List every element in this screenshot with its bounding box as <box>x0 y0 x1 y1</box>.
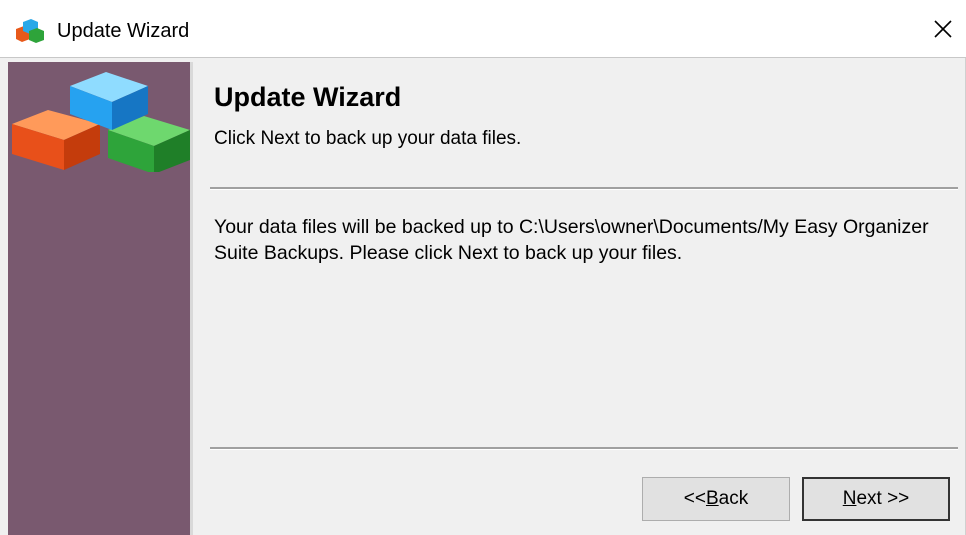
back-button[interactable]: << Back <box>642 477 790 521</box>
colored-blocks-icon <box>12 72 190 172</box>
back-label-rest: ack <box>718 488 749 509</box>
wizard-sidebar <box>8 62 190 535</box>
instruction-text: Your data files will be backed up to C:\… <box>214 216 929 264</box>
bottom-divider <box>210 447 958 450</box>
close-icon <box>934 20 952 38</box>
blocks-app-icon <box>16 19 44 43</box>
next-label-rest: ext >> <box>856 488 910 509</box>
next-label-mnemonic: N <box>842 488 857 509</box>
back-label-prefix: << <box>683 488 706 509</box>
page-title: Update Wizard <box>214 82 402 112</box>
sidebar-divider <box>190 62 193 535</box>
page-subtitle: Click Next to back up your data files. <box>214 128 522 149</box>
back-label-mnemonic: B <box>705 488 719 509</box>
top-divider <box>210 187 958 190</box>
close-button[interactable] <box>920 0 966 58</box>
title-bar[interactable]: Update Wizard <box>0 0 966 58</box>
update-wizard-window: Update Wizard Update Wizard Click Next t… <box>0 0 966 535</box>
window-title: Update Wizard <box>57 20 190 42</box>
next-button[interactable]: Next >> <box>802 477 950 521</box>
